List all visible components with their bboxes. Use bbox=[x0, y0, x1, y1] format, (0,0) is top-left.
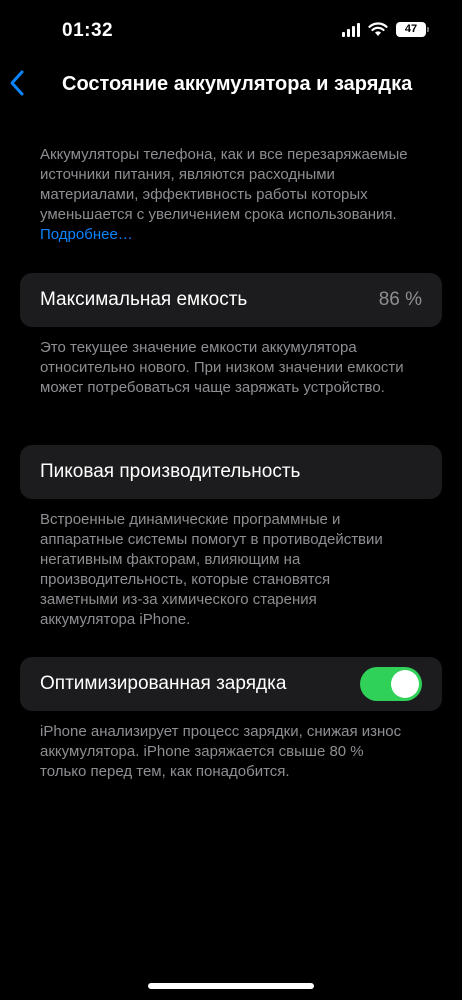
optimized-charging-description: iPhone анализирует процесс зарядки, сниж… bbox=[40, 723, 402, 780]
status-icons: 47 bbox=[342, 22, 429, 37]
max-capacity-description: Это текущее значение емкости аккумулятор… bbox=[40, 339, 404, 396]
intro-text: Аккумуляторы телефона, как и все переза­… bbox=[40, 146, 408, 223]
peak-performance-label: Пиковая производительность bbox=[40, 461, 301, 482]
cellular-signal-icon bbox=[342, 22, 360, 37]
peak-performance-row: Пиковая производительность bbox=[20, 445, 442, 499]
peak-performance-description: Встроенные динамические программные и ап… bbox=[40, 511, 383, 628]
max-capacity-label: Максимальная емкость bbox=[40, 289, 248, 310]
optimized-charging-label: Оптимизированная зарядка bbox=[40, 673, 287, 694]
optimized-charging-toggle[interactable] bbox=[360, 667, 422, 701]
navigation-bar: Состояние аккумулятора и зарядка bbox=[0, 62, 462, 108]
status-bar: 01:32 47 bbox=[0, 0, 462, 60]
chevron-left-icon bbox=[10, 70, 24, 96]
optimized-charging-row: Оптимизированная зарядка bbox=[20, 657, 442, 711]
learn-more-link[interactable]: Подробнее… bbox=[40, 226, 133, 243]
intro-description: Аккумуляторы телефона, как и все переза­… bbox=[40, 145, 410, 245]
max-capacity-value: 86 % bbox=[378, 289, 422, 310]
max-capacity-row: Максимальная емкость 86 % bbox=[20, 273, 442, 327]
wifi-icon bbox=[368, 22, 388, 36]
home-indicator[interactable] bbox=[148, 983, 314, 989]
back-button[interactable] bbox=[8, 68, 38, 102]
page-title: Состояние аккумулятора и зарядка bbox=[62, 73, 413, 95]
battery-icon: 47 bbox=[396, 22, 429, 37]
status-time: 01:32 bbox=[62, 20, 114, 41]
toggle-knob bbox=[391, 670, 419, 698]
